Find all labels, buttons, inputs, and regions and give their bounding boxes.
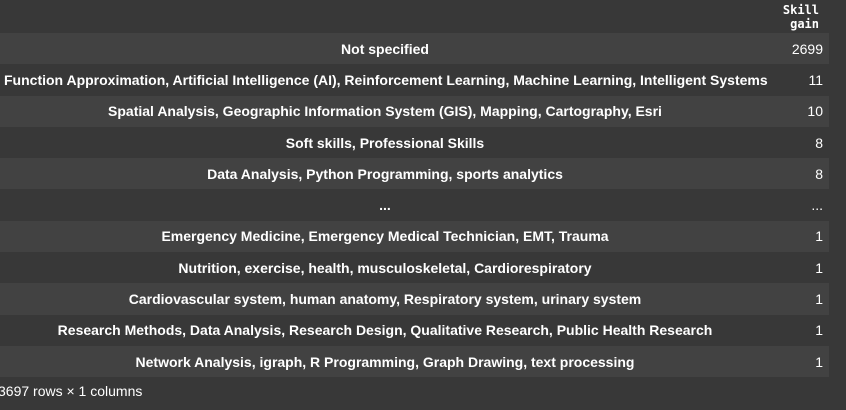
row-index: Not specified: [341, 40, 429, 57]
row-value: 1: [815, 322, 823, 339]
row-value: 11: [808, 71, 823, 88]
table-row: Nutrition, exercise, health, musculoskel…: [0, 252, 829, 284]
row-index: Function Approximation, Artificial Intel…: [4, 71, 768, 88]
row-value: 1: [815, 228, 823, 245]
row-index: Soft skills, Professional Skills: [285, 134, 485, 151]
dataframe-shape-text: 3697 rows × 1 columns: [0, 383, 143, 399]
row-index: Research Methods, Data Analysis, Researc…: [57, 322, 713, 339]
table-header: Skill gain: [0, 0, 829, 33]
column-header-skill-gain: Skill gain: [782, 2, 819, 31]
row-value: 8: [815, 165, 823, 182]
row-index: Data Analysis, Python Programming, sport…: [207, 165, 563, 182]
row-index: Spatial Analysis, Geographic Information…: [108, 103, 662, 120]
table-row: Data Analysis, Python Programming, sport…: [0, 158, 829, 190]
row-value: 1: [815, 259, 823, 276]
row-index: Cardiovascular system, human anatomy, Re…: [128, 291, 642, 308]
row-value: 1: [815, 291, 823, 308]
row-index: ...: [379, 197, 391, 214]
row-value: 2699: [791, 40, 823, 57]
table-row: Emergency Medicine, Emergency Medical Te…: [0, 220, 829, 253]
row-value: 1: [815, 353, 823, 370]
table-row: Not specified 2699: [0, 33, 829, 65]
table-row: Function Approximation, Artificial Intel…: [0, 64, 829, 96]
table-row: Spatial Analysis, Geographic Information…: [0, 95, 829, 127]
table-row: Research Methods, Data Analysis, Researc…: [0, 314, 829, 346]
row-index: Network Analysis, igraph, R Programming,…: [135, 353, 635, 370]
table-row: Cardiovascular system, human anatomy, Re…: [0, 283, 829, 315]
row-index: Emergency Medicine, Emergency Medical Te…: [161, 228, 609, 245]
table-row: Soft skills, Professional Skills 8: [0, 126, 829, 159]
header-row: Skill gain: [0, 0, 829, 33]
dataframe-output: Skill gain Not specified 2699 Function A…: [0, 0, 846, 410]
index-header-cell: [0, 0, 770, 33]
row-value: 10: [807, 103, 823, 120]
table-body: Not specified 2699 Function Approximatio…: [0, 33, 829, 378]
row-value: 8: [815, 134, 823, 151]
table-row: Network Analysis, igraph, R Programming,…: [0, 345, 829, 378]
dataframe-table: Skill gain Not specified 2699 Function A…: [0, 0, 829, 378]
row-value: ...: [811, 197, 823, 214]
table-row-ellipsis: ... ...: [0, 189, 829, 221]
row-index: Nutrition, exercise, health, musculoskel…: [178, 259, 592, 276]
